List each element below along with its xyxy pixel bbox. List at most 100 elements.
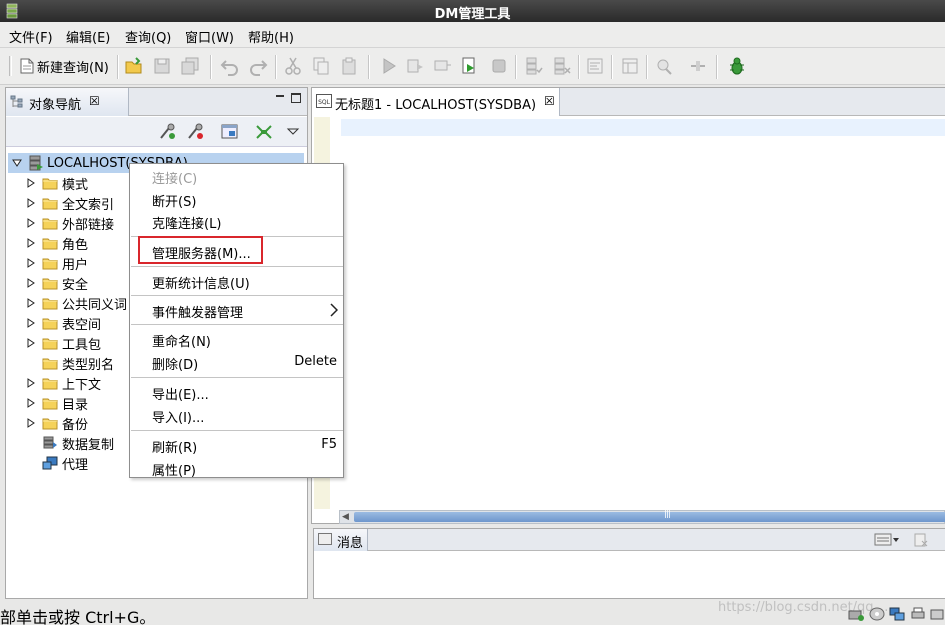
- tree-node[interactable]: 安全: [26, 273, 88, 293]
- menu-item-import[interactable]: 导入(I)...: [130, 404, 343, 426]
- maximize-icon[interactable]: [291, 93, 301, 103]
- status-connection-icon[interactable]: [848, 607, 864, 621]
- format-icon[interactable]: [585, 56, 605, 76]
- stop-icon[interactable]: [489, 56, 509, 76]
- disconnect-connection-icon[interactable]: [186, 123, 206, 141]
- menu-item-event-trigger[interactable]: 事件触发器管理: [130, 299, 343, 321]
- folder-icon: [42, 318, 58, 330]
- tree-node[interactable]: 表空间: [26, 313, 101, 333]
- explain-icon[interactable]: [433, 56, 453, 76]
- expand-arrow-icon[interactable]: [26, 178, 36, 188]
- run-to-file-icon[interactable]: [460, 56, 480, 76]
- expand-arrow-icon[interactable]: [26, 378, 36, 388]
- tree-node-label: 公共同义词: [62, 297, 128, 313]
- tree-spacer: [26, 458, 36, 468]
- toolbar-separator: [368, 55, 370, 79]
- layout-icon[interactable]: [620, 56, 640, 76]
- menu-window[interactable]: 窗口(W): [185, 27, 234, 46]
- expand-arrow-icon[interactable]: [26, 398, 36, 408]
- tree-node[interactable]: 用户: [26, 253, 88, 273]
- tab-sql-editor[interactable]: SQL 无标题1 - LOCALHOST(SYSDBA) ☒: [312, 88, 560, 116]
- open-folder-icon[interactable]: [124, 56, 144, 76]
- status-network-icon[interactable]: [889, 607, 905, 621]
- menu-help[interactable]: 帮助(H): [248, 27, 294, 46]
- tree-node[interactable]: 模式: [26, 173, 88, 193]
- filter-window-icon[interactable]: [220, 123, 240, 141]
- tree-node[interactable]: 外部链接: [26, 213, 114, 233]
- menu-item-update-statistics[interactable]: 更新统计信息(U): [130, 270, 343, 292]
- paste-icon[interactable]: [339, 56, 359, 76]
- status-tray-icon[interactable]: [930, 607, 945, 621]
- editor-tab-bar: SQL 无标题1 - LOCALHOST(SYSDBA) ☒: [312, 88, 945, 116]
- tree-node[interactable]: 工具包: [26, 333, 101, 353]
- toolbar-grip: [9, 56, 12, 76]
- disconnect-icon[interactable]: [688, 56, 708, 76]
- expand-arrow-icon[interactable]: [26, 238, 36, 248]
- tree-node[interactable]: 公共同义词: [26, 293, 127, 313]
- expand-arrow-icon[interactable]: [26, 198, 36, 208]
- menu-edit[interactable]: 编辑(E): [66, 27, 110, 46]
- menu-item-properties[interactable]: 属性(P): [130, 457, 343, 479]
- new-connection-icon[interactable]: [158, 123, 178, 141]
- save-all-icon[interactable]: [180, 56, 200, 76]
- tree-node[interactable]: 类型别名: [26, 353, 114, 373]
- new-query-button[interactable]: 新建查询(N): [20, 56, 109, 76]
- expand-arrow-icon[interactable]: [26, 318, 36, 328]
- undo-icon[interactable]: [220, 56, 240, 76]
- commit-icon[interactable]: [524, 56, 544, 76]
- message-view-dropdown-icon[interactable]: [874, 532, 900, 547]
- collapse-arrow-icon[interactable]: [12, 158, 22, 168]
- menu-item-refresh[interactable]: 刷新(R) F5: [130, 434, 343, 456]
- expand-arrow-icon[interactable]: [26, 418, 36, 428]
- expand-arrow-icon[interactable]: [26, 278, 36, 288]
- close-icon[interactable]: ☒: [544, 94, 555, 108]
- tree-node[interactable]: 备份: [26, 413, 88, 433]
- execute-script-icon[interactable]: [405, 56, 425, 76]
- status-printer-icon[interactable]: [910, 607, 926, 621]
- execute-icon[interactable]: [379, 56, 399, 76]
- horizontal-scrollbar[interactable]: ◀ |||: [339, 509, 945, 524]
- menu-query[interactable]: 查询(Q): [125, 27, 171, 46]
- tree-node[interactable]: 数据复制: [26, 433, 114, 453]
- main-toolbar: 新建查询(N): [0, 48, 945, 85]
- close-icon[interactable]: ☒: [89, 94, 100, 108]
- scroll-left-icon[interactable]: ◀: [342, 512, 349, 522]
- folder-icon: [42, 218, 58, 230]
- clear-messages-icon[interactable]: [914, 533, 928, 547]
- tree-node[interactable]: 代理: [26, 453, 88, 473]
- connect-icon[interactable]: [655, 56, 675, 76]
- menu-item-disconnect[interactable]: 断开(S): [130, 188, 343, 210]
- expand-all-icon[interactable]: [254, 123, 274, 141]
- menu-item-rename[interactable]: 重命名(N): [130, 328, 343, 350]
- cut-icon[interactable]: [283, 56, 303, 76]
- rollback-icon[interactable]: [552, 56, 572, 76]
- menu-separator: [131, 430, 343, 431]
- save-icon[interactable]: [152, 56, 172, 76]
- view-menu-icon[interactable]: [286, 123, 300, 141]
- minimize-icon[interactable]: [274, 90, 286, 102]
- tree-node[interactable]: 全文索引: [26, 193, 114, 213]
- tree-node[interactable]: 上下文: [26, 373, 101, 393]
- expand-arrow-icon[interactable]: [26, 218, 36, 228]
- tree-node-label: 工具包: [62, 337, 102, 353]
- tree-node[interactable]: 角色: [26, 233, 88, 253]
- current-line-highlight[interactable]: [341, 119, 945, 136]
- scrollbar-thumb[interactable]: |||: [354, 509, 945, 522]
- redo-icon[interactable]: [248, 56, 268, 76]
- status-bar: 部单击或按 Ctrl+G。 https://blog.csdn.net/qq_.…: [0, 600, 945, 625]
- expand-arrow-icon[interactable]: [26, 258, 36, 268]
- tab-messages[interactable]: 消息: [314, 529, 368, 551]
- copy-icon[interactable]: [311, 56, 331, 76]
- debug-bug-icon[interactable]: [727, 56, 747, 76]
- menu-item-export[interactable]: 导出(E)...: [130, 381, 343, 403]
- tree-node[interactable]: 目录: [26, 393, 88, 413]
- tab-object-navigator[interactable]: 对象导航 ☒: [6, 88, 129, 116]
- status-disk-icon[interactable]: [869, 607, 885, 621]
- menu-item-clone-connection[interactable]: 克隆连接(L): [130, 210, 343, 232]
- menu-file[interactable]: 文件(F): [9, 27, 53, 46]
- menu-item-delete[interactable]: 删除(D) Delete: [130, 351, 343, 373]
- sql-editor-panel: SQL 无标题1 - LOCALHOST(SYSDBA) ☒ ◀ |||: [311, 87, 945, 524]
- toolbar-separator: [275, 55, 277, 79]
- expand-arrow-icon[interactable]: [26, 298, 36, 308]
- expand-arrow-icon[interactable]: [26, 338, 36, 348]
